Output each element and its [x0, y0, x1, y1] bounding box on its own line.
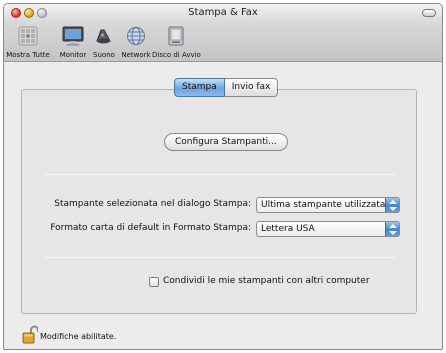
toolbar-item-label: Mostra Tutte	[6, 51, 50, 59]
title-bar[interactable]: Stampa & Fax	[4, 4, 442, 22]
popup-arrows-icon	[385, 198, 399, 212]
startup-disk-icon	[168, 26, 184, 46]
apple-grid-icon	[18, 26, 38, 46]
toolbar-item-label: Monitor	[59, 51, 87, 59]
footer: Modifiche abilitate.	[4, 321, 442, 349]
paper-format-row: Formato carta di default in Formato Stam…	[22, 221, 416, 237]
toolbar: Mostra Tutte Monitor Suono Network Disco…	[4, 22, 442, 62]
monitor-icon	[62, 26, 84, 46]
share-printers-checkbox[interactable]	[149, 277, 159, 287]
toolbar-item-label: Suono	[93, 51, 115, 59]
selected-printer-label: Stampante selezionata nel dialogo Stampa…	[54, 199, 251, 209]
paper-format-popup[interactable]: Lettera USA	[256, 221, 400, 237]
selected-printer-popup[interactable]: Ultima stampante utilizzata	[256, 197, 400, 213]
toolbar-item-label: Disco di Avvio	[152, 51, 201, 59]
separator	[44, 257, 396, 258]
toolbar-item-label: Network	[121, 51, 151, 59]
content-area: Configura Stampanti... Stampante selezio…	[4, 63, 442, 321]
share-printers-label: Condividi le mie stampanti con altri com…	[163, 276, 370, 286]
tab-fax[interactable]: Invio fax	[224, 78, 279, 97]
tab-print[interactable]: Stampa	[174, 78, 225, 97]
separator	[44, 174, 396, 175]
speaker-icon	[96, 29, 111, 44]
paper-format-label: Formato carta di default in Formato Stam…	[50, 223, 251, 233]
toolbar-item-network[interactable]: Network	[118, 26, 154, 59]
toolbar-item-startup-disk[interactable]: Disco di Avvio	[152, 26, 201, 59]
toolbar-toggle-button[interactable]	[422, 9, 436, 17]
toolbar-item-show-all[interactable]: Mostra Tutte	[6, 26, 50, 59]
popup-arrows-icon	[385, 222, 399, 236]
paper-format-value: Lettera USA	[261, 224, 315, 234]
configure-printers-button[interactable]: Configura Stampanti...	[164, 133, 288, 151]
tab-bar: Stampa Invio fax	[174, 78, 279, 97]
toolbar-item-monitor[interactable]: Monitor	[58, 26, 88, 59]
selected-printer-value: Ultima stampante utilizzata	[261, 200, 386, 210]
preferences-window: Stampa & Fax Mostra Tutte Monitor Suono …	[3, 3, 443, 350]
selected-printer-row: Stampante selezionata nel dialogo Stampa…	[22, 197, 416, 213]
lock-status-text: Modifiche abilitate.	[40, 332, 117, 341]
network-globe-icon	[127, 27, 145, 45]
window-title: Stampa & Fax	[188, 7, 258, 18]
lock-open-icon[interactable]	[22, 325, 38, 345]
toolbar-item-sound[interactable]: Suono	[88, 26, 120, 59]
